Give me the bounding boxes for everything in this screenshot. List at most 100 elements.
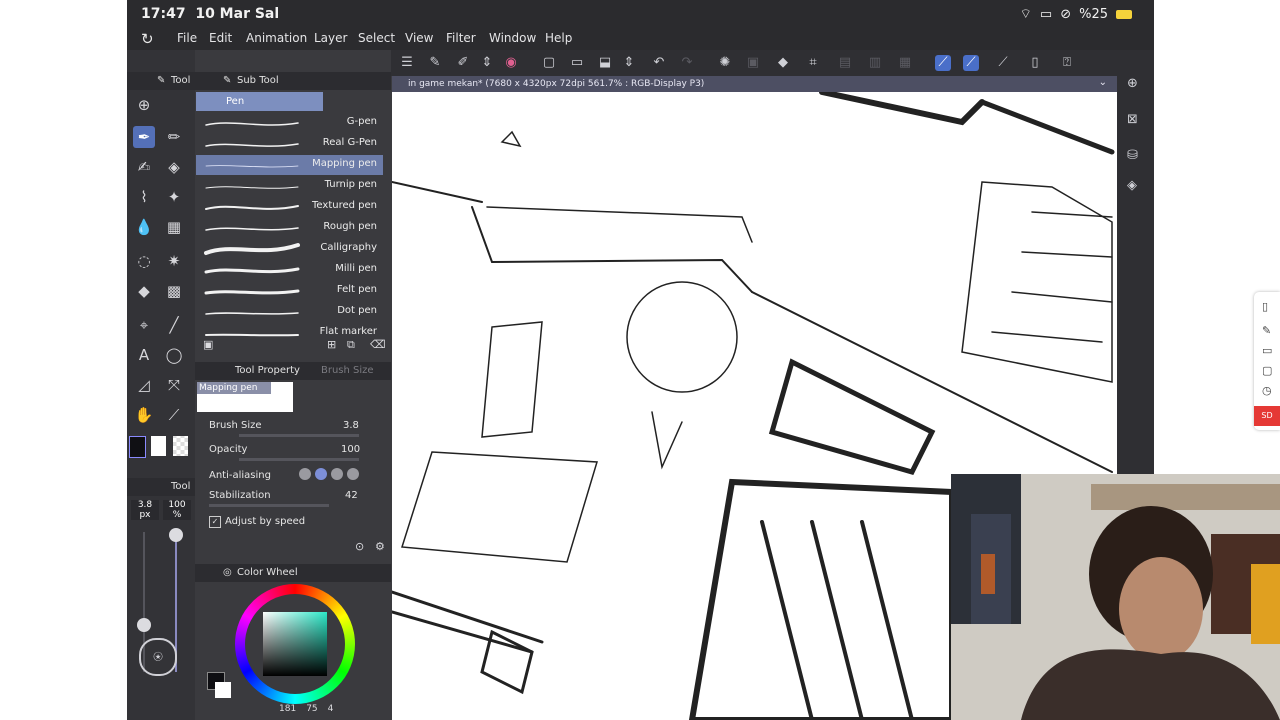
brush-size-row[interactable]: Brush Size 3.8 (195, 418, 391, 438)
opacity-slider-thumb[interactable] (169, 528, 183, 542)
brush-item[interactable]: G-pen (196, 113, 383, 133)
menu-help[interactable]: Help (545, 31, 572, 45)
aa-strong-icon[interactable] (347, 468, 359, 480)
wand-icon[interactable]: ✷ (163, 250, 185, 272)
brush-item[interactable]: Felt pen (196, 281, 383, 301)
save-icon[interactable]: ⬓ (597, 55, 613, 71)
material-icon[interactable]: ⛁ (1127, 148, 1138, 163)
help-icon[interactable]: ⍰ (1059, 55, 1075, 71)
ruler-snap-icon[interactable]: ⟋ (935, 55, 951, 71)
brush-item[interactable]: Turnip pen (196, 176, 383, 196)
aa-none-icon[interactable] (299, 468, 311, 480)
brush-size-slider[interactable] (239, 434, 359, 437)
pen-group-tab[interactable]: Pen (196, 92, 323, 111)
copy-subtool-icon[interactable]: ▣ (203, 338, 213, 351)
brush-item[interactable]: Real G-Pen (196, 134, 383, 154)
special-ruler-snap-icon[interactable]: ⟋ (963, 55, 979, 71)
pen-icon[interactable]: ✒ (133, 126, 155, 148)
hamburger-menu-icon[interactable]: ☰ (399, 55, 415, 71)
bucket-icon[interactable]: ◆ (133, 280, 155, 302)
brush-item[interactable]: Rough pen (196, 218, 383, 238)
menu-view[interactable]: View (405, 31, 433, 45)
chevron-down-icon[interactable]: ⌄ (1099, 77, 1107, 88)
menu-edit[interactable]: Edit (209, 31, 232, 45)
stabilization-row[interactable]: Stabilization 42 (195, 488, 391, 508)
smart-edit-icon[interactable]: ✐ (455, 55, 471, 71)
menu-layer[interactable]: Layer (314, 31, 347, 45)
balloon-icon[interactable]: ◯ (163, 344, 185, 366)
aa-weak-icon[interactable] (315, 468, 327, 480)
anti-aliasing-row[interactable]: Anti-aliasing (195, 468, 391, 488)
transparent-swatch[interactable] (173, 436, 188, 456)
lasso-icon[interactable]: ◌ (133, 250, 155, 272)
eyedropper-icon[interactable]: ⟋ (163, 404, 185, 426)
pressure-toggle-icon[interactable]: ⍟ (139, 638, 177, 676)
widget-square-icon[interactable]: ▢ (1262, 364, 1272, 377)
opacity-prop-slider[interactable] (239, 458, 359, 461)
main-color-swatch[interactable] (129, 436, 146, 458)
new-canvas-icon[interactable]: ▢ (541, 55, 557, 71)
tool-property-tab[interactable]: Tool Property (235, 365, 300, 376)
document-tab[interactable]: in game mekan* (7680 x 4320px 72dpi 561.… (392, 76, 1117, 92)
undo-icon[interactable]: ↶ (651, 55, 667, 71)
tone-icon[interactable]: ▤ (837, 55, 853, 71)
record-icon[interactable]: ◉ (503, 55, 519, 71)
ruler-icon[interactable]: ◿ (133, 374, 155, 396)
clipboard-icon[interactable]: ▯ (1027, 55, 1043, 71)
delete-subtool-icon[interactable]: ⌫ (370, 338, 386, 351)
adjust-by-speed-row[interactable]: ✓ Adjust by speed (195, 514, 391, 534)
brush-item[interactable]: Milli pen (196, 260, 383, 280)
brush-item[interactable]: Mapping pen (196, 155, 383, 175)
widget-doc-icon[interactable]: ▯ (1262, 300, 1268, 313)
eraser-icon[interactable]: ◈ (163, 156, 185, 178)
sparkle-icon[interactable]: ✦ (163, 186, 185, 208)
text-icon[interactable]: A (133, 344, 155, 366)
record-badge[interactable]: SD (1254, 406, 1280, 426)
open-folder-icon[interactable]: ▭ (569, 55, 585, 71)
menu-file[interactable]: File (177, 31, 197, 45)
layer-icon[interactable]: ◈ (1127, 178, 1137, 193)
frame-icon[interactable]: ▦ (897, 55, 913, 71)
brush-item[interactable]: Dot pen (196, 302, 383, 322)
brush-icon[interactable]: ✍ (133, 156, 155, 178)
object-icon[interactable]: ⌖ (133, 314, 155, 336)
hand-icon[interactable]: ✋ (133, 404, 155, 426)
widget-rect-icon[interactable]: ▭ (1262, 344, 1272, 357)
blend-icon[interactable]: 💧 (133, 216, 155, 238)
settings-icon[interactable]: ⚙ (375, 540, 385, 553)
reset-icon[interactable]: ⊙ (355, 540, 364, 553)
zoom-search-icon[interactable]: ⊕ (1127, 76, 1138, 91)
clip-studio-logo-icon[interactable]: ↻ (141, 30, 154, 48)
edit-icon[interactable]: ✎ (427, 55, 443, 71)
widget-timer-icon[interactable]: ◷ (1262, 384, 1272, 397)
link-icon[interactable]: ⤧ (163, 374, 185, 396)
tone-icon-2[interactable]: ▥ (867, 55, 883, 71)
pencil-icon[interactable]: ✏ (163, 126, 185, 148)
brush-size-tab[interactable]: Brush Size (321, 365, 374, 376)
line-icon[interactable]: ╱ (163, 314, 185, 336)
pen-pressure-icon[interactable]: ⟋ (995, 55, 1011, 71)
transform-icon[interactable]: ▣ (745, 55, 761, 71)
opacity-row[interactable]: Opacity 100 (195, 442, 391, 462)
create-subtool-icon[interactable]: ⊞ (327, 338, 336, 351)
anti-aliasing-levels[interactable] (299, 468, 359, 482)
size-slider-thumb[interactable] (137, 618, 151, 632)
saturation-value-square[interactable] (263, 612, 327, 676)
widget-pen-icon[interactable]: ✎ (1262, 324, 1271, 337)
stepper-icon[interactable]: ⇕ (479, 55, 495, 71)
download-icon[interactable]: ⊕ (133, 94, 155, 116)
stabilization-slider[interactable] (209, 504, 329, 507)
sub-color-swatch[interactable] (151, 436, 166, 456)
menu-filter[interactable]: Filter (446, 31, 476, 45)
stepper-icon-2[interactable]: ⇕ (621, 55, 637, 71)
fill-icon[interactable]: ◆ (775, 55, 791, 71)
menu-window[interactable]: Window (489, 31, 536, 45)
duplicate-subtool-icon[interactable]: ⧉ (347, 338, 355, 352)
aa-medium-icon[interactable] (331, 468, 343, 480)
pattern-icon[interactable]: ▦ (163, 216, 185, 238)
navigator-icon[interactable]: ⊠ (1127, 112, 1138, 127)
fill-spray-icon[interactable]: ⌇ (133, 186, 155, 208)
menu-select[interactable]: Select (358, 31, 395, 45)
hue-ring[interactable] (235, 584, 355, 704)
sub-color-chip[interactable] (215, 682, 231, 698)
